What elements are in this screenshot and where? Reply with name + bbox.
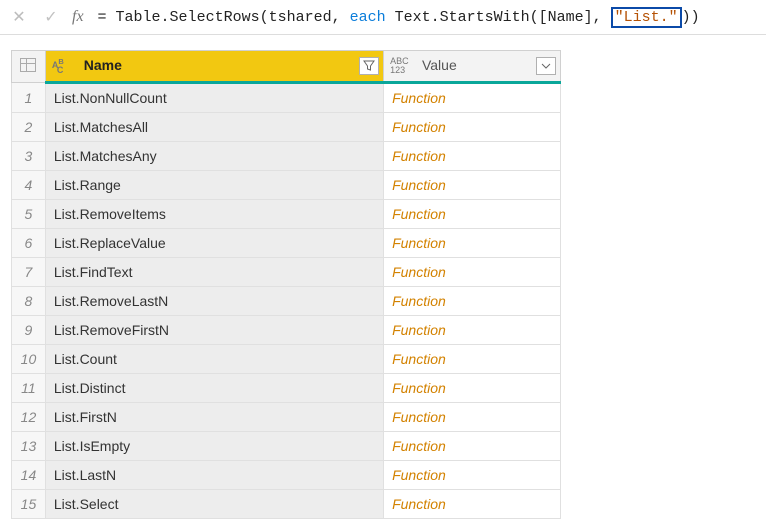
rownum-header[interactable] [12, 51, 46, 83]
cell-name[interactable]: List.LastN [45, 461, 383, 490]
cell-value[interactable]: Function [384, 258, 561, 287]
formula-pre: = Table.SelectRows(tshared, [98, 9, 350, 26]
cell-value[interactable]: Function [384, 200, 561, 229]
formula-highlight: "List." [611, 7, 682, 28]
cell-name[interactable]: List.Count [45, 345, 383, 374]
table-row[interactable]: 11List.DistinctFunction [12, 374, 561, 403]
row-number[interactable]: 12 [12, 403, 46, 432]
column-name-label: Name [84, 57, 122, 73]
cell-value[interactable]: Function [384, 345, 561, 374]
row-number[interactable]: 1 [12, 83, 46, 113]
table-row[interactable]: 10List.CountFunction [12, 345, 561, 374]
cell-value[interactable]: Function [384, 374, 561, 403]
table-row[interactable]: 15List.SelectFunction [12, 490, 561, 519]
cell-value[interactable]: Function [384, 171, 561, 200]
row-number[interactable]: 15 [12, 490, 46, 519]
cell-value[interactable]: Function [384, 113, 561, 142]
cell-name[interactable]: List.FindText [45, 258, 383, 287]
row-number[interactable]: 13 [12, 432, 46, 461]
table-row[interactable]: 8List.RemoveLastNFunction [12, 287, 561, 316]
cell-name[interactable]: List.Range [45, 171, 383, 200]
row-number[interactable]: 3 [12, 142, 46, 171]
table-row[interactable]: 12List.FirstNFunction [12, 403, 561, 432]
formula-input[interactable]: = Table.SelectRows(tshared, each Text.St… [94, 7, 758, 28]
cell-name[interactable]: List.FirstN [45, 403, 383, 432]
formula-post: )) [682, 9, 700, 26]
cell-value[interactable]: Function [384, 142, 561, 171]
cell-name[interactable]: List.MatchesAny [45, 142, 383, 171]
table-icon [20, 58, 36, 72]
row-number[interactable]: 7 [12, 258, 46, 287]
cell-name[interactable]: List.Select [45, 490, 383, 519]
cell-name[interactable]: List.RemoveItems [45, 200, 383, 229]
column-header-name[interactable]: AB C Name [45, 51, 383, 83]
row-number[interactable]: 5 [12, 200, 46, 229]
row-number[interactable]: 8 [12, 287, 46, 316]
cell-name[interactable]: List.RemoveFirstN [45, 316, 383, 345]
row-number[interactable]: 9 [12, 316, 46, 345]
row-number[interactable]: 2 [12, 113, 46, 142]
row-number[interactable]: 11 [12, 374, 46, 403]
formula-bar: ✕ ✓ fx = Table.SelectRows(tshared, each … [0, 0, 766, 35]
cell-value[interactable]: Function [384, 229, 561, 258]
cell-name[interactable]: List.Distinct [45, 374, 383, 403]
any-type-icon: ABC123 [390, 57, 414, 75]
cancel-icon[interactable]: ✕ [8, 6, 30, 28]
check-icon[interactable]: ✓ [40, 6, 62, 28]
row-number[interactable]: 10 [12, 345, 46, 374]
cell-value[interactable]: Function [384, 287, 561, 316]
cell-name[interactable]: List.MatchesAll [45, 113, 383, 142]
table-row[interactable]: 1List.NonNullCountFunction [12, 83, 561, 113]
formula-each: each [350, 9, 386, 26]
cell-name[interactable]: List.IsEmpty [45, 432, 383, 461]
row-number[interactable]: 14 [12, 461, 46, 490]
cell-name[interactable]: List.ReplaceValue [45, 229, 383, 258]
cell-value[interactable]: Function [384, 403, 561, 432]
cell-value[interactable]: Function [384, 432, 561, 461]
cell-name[interactable]: List.RemoveLastN [45, 287, 383, 316]
cell-value[interactable]: Function [384, 316, 561, 345]
table-row[interactable]: 5List.RemoveItemsFunction [12, 200, 561, 229]
row-number[interactable]: 6 [12, 229, 46, 258]
table-row[interactable]: 6List.ReplaceValueFunction [12, 229, 561, 258]
column-header-value[interactable]: ABC123 Value [384, 51, 561, 83]
table-row[interactable]: 9List.RemoveFirstNFunction [12, 316, 561, 345]
formula-mid: Text.StartsWith([Name], [386, 9, 611, 26]
table-row[interactable]: 13List.IsEmptyFunction [12, 432, 561, 461]
cell-name[interactable]: List.NonNullCount [45, 83, 383, 113]
fx-icon[interactable]: fx [72, 8, 84, 26]
table-row[interactable]: 7List.FindTextFunction [12, 258, 561, 287]
data-table: AB C Name ABC123 Value 1List.NonNullCoun… [10, 49, 756, 520]
table-row[interactable]: 14List.LastNFunction [12, 461, 561, 490]
table-row[interactable]: 3List.MatchesAnyFunction [12, 142, 561, 171]
table-row[interactable]: 2List.MatchesAllFunction [12, 113, 561, 142]
table-row[interactable]: 4List.RangeFunction [12, 171, 561, 200]
cell-value[interactable]: Function [384, 83, 561, 113]
dropdown-icon[interactable] [536, 57, 556, 75]
text-type-icon: AB C [52, 57, 76, 75]
cell-value[interactable]: Function [384, 490, 561, 519]
cell-value[interactable]: Function [384, 461, 561, 490]
column-value-label: Value [422, 57, 457, 73]
filter-icon[interactable] [359, 57, 379, 75]
row-number[interactable]: 4 [12, 171, 46, 200]
